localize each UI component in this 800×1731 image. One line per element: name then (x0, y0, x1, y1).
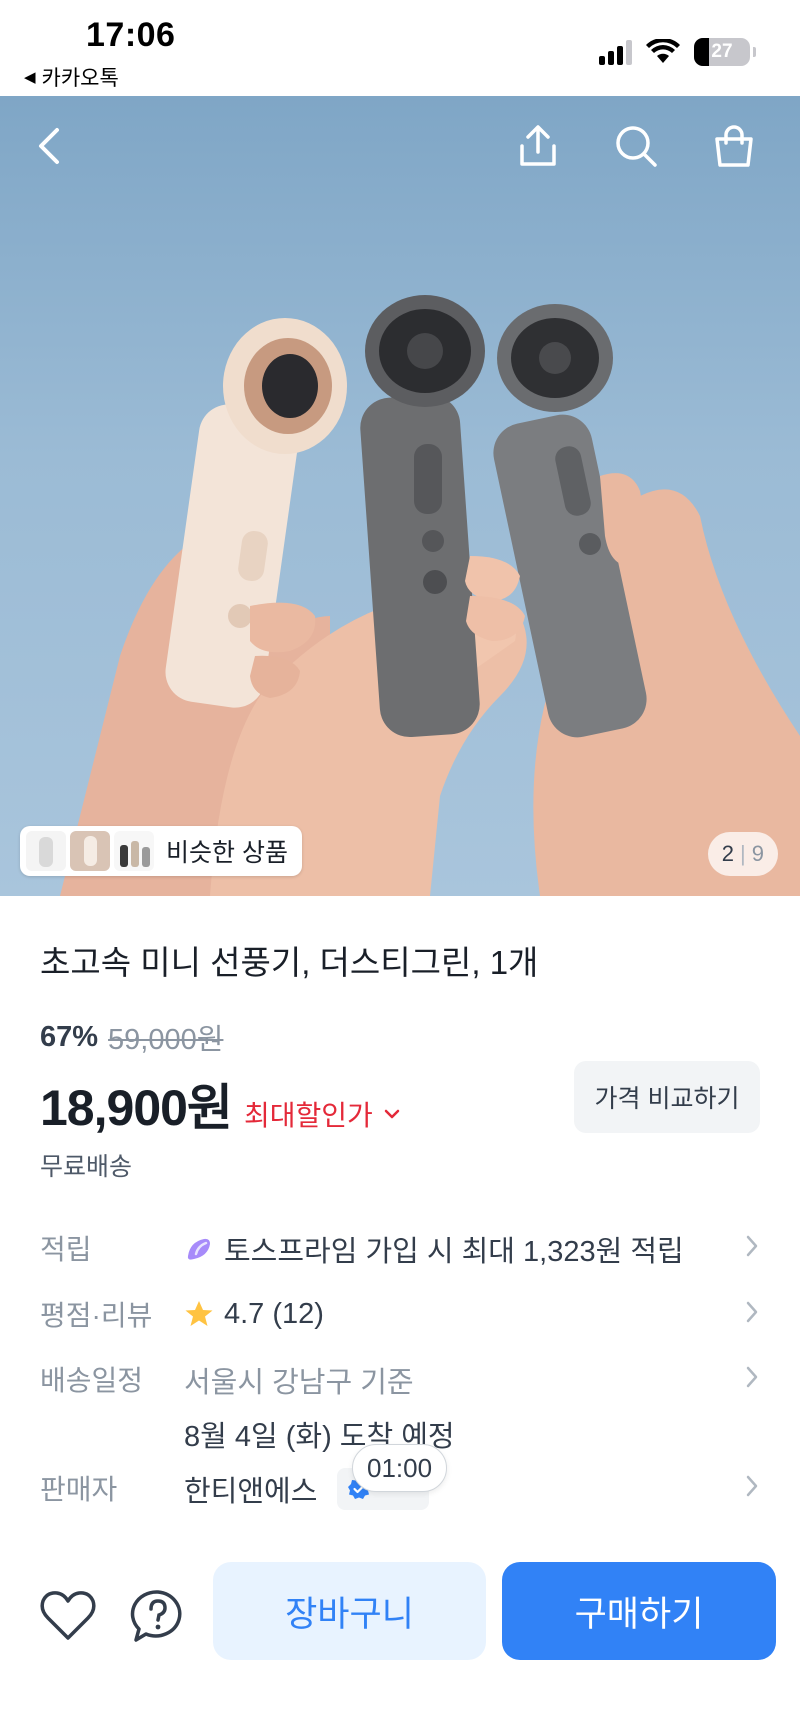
back-app-label: 카카오톡 (41, 67, 119, 90)
sale-price: 18,900원 (40, 1080, 233, 1136)
price-compare-button[interactable]: 가격 비교하기 (574, 1061, 760, 1133)
delivery-row[interactable]: 배송일정 서울시 강남구 기준 8월 4일 (화) 도착 예정 (40, 1359, 760, 1455)
page-separator: | (740, 841, 746, 866)
hero-toolbar (0, 96, 800, 192)
shopping-bag-icon (715, 125, 753, 167)
similar-thumb-2 (70, 831, 110, 871)
rating-row[interactable]: 평점·리뷰 4.7 (12) (40, 1294, 760, 1334)
status-icons: 27 (599, 38, 756, 66)
chevron-right-icon (746, 1301, 758, 1323)
wishlist-button[interactable] (36, 1584, 100, 1648)
similar-products-label: 비슷한 상품 (166, 839, 288, 867)
chevron-right-icon (746, 1235, 758, 1257)
points-row[interactable]: 적립 토스프라임 가입 시 최대 1,323원 적립 (40, 1228, 760, 1270)
status-time: 17:06 (86, 16, 176, 54)
similar-products-button[interactable]: 비슷한 상품 (20, 826, 302, 876)
bottom-action-bar: 장바구니 구매하기 (0, 1540, 800, 1731)
back-icon (39, 128, 59, 164)
inquiry-button[interactable] (126, 1584, 190, 1648)
shipping-info: 무료배송 (40, 1153, 133, 1181)
star-icon (185, 1301, 213, 1326)
add-to-cart-button[interactable]: 장바구니 (213, 1562, 486, 1660)
points-value: 토스프라임 가입 시 최대 1,323원 적립 (224, 1236, 684, 1268)
points-key: 적립 (40, 1234, 92, 1265)
rating-value: 4.7 (12) (224, 1297, 324, 1330)
seller-key: 판매자 (40, 1474, 118, 1505)
delivery-key: 배송일정 (40, 1365, 144, 1396)
similar-thumb-1 (26, 831, 66, 871)
image-page-counter: 2 | 9 (707, 832, 778, 876)
seller-name: 한티앤에스 (184, 1476, 318, 1508)
back-button[interactable] (22, 118, 78, 174)
price-row: 18,900원 최대할인가 (40, 1068, 401, 1140)
similar-thumb-3 (114, 831, 154, 871)
search-button[interactable] (608, 118, 664, 174)
cellular-signal-icon (599, 39, 632, 65)
product-photo (60, 295, 800, 896)
original-price: 59,000원 (108, 1024, 224, 1056)
share-button[interactable] (510, 118, 566, 174)
status-bar: 17:06 ◀ 카카오톡 27 (0, 0, 800, 96)
product-image-carousel[interactable]: 비슷한 상품 2 | 9 (0, 96, 800, 896)
back-triangle-icon: ◀ (24, 69, 36, 86)
battery-level: 27 (711, 41, 733, 62)
timer-tooltip: 01:00 (352, 1444, 448, 1492)
discount-row: 67% 59,000원 (40, 1016, 223, 1058)
rating-key: 평점·리뷰 (40, 1300, 153, 1331)
wifi-icon (646, 39, 680, 63)
page-current: 2 (721, 841, 735, 866)
page-total: 9 (751, 841, 764, 866)
buy-now-button[interactable]: 구매하기 (502, 1562, 776, 1660)
chevron-down-icon (384, 1109, 399, 1119)
battery-icon: 27 (694, 38, 756, 66)
discount-rate: 67% (40, 1020, 99, 1053)
question-bubble-icon (130, 1590, 182, 1642)
max-discount-label: 최대할인가 (243, 1100, 373, 1131)
shopping-bag-button[interactable] (706, 118, 762, 174)
chevron-right-icon (746, 1366, 758, 1388)
heart-icon (40, 1591, 96, 1640)
chevron-right-icon (746, 1475, 758, 1497)
toss-prime-icon (187, 1238, 210, 1260)
product-title: 초고속 미니 선풍기, 더스티그린, 1개 (40, 944, 539, 981)
search-icon (616, 126, 657, 167)
share-icon (520, 125, 556, 166)
back-to-app-link[interactable]: ◀ 카카오톡 (24, 62, 119, 92)
delivery-location: 서울시 강남구 기준 (184, 1367, 414, 1399)
max-discount-dropdown[interactable]: 최대할인가 (244, 1094, 401, 1134)
